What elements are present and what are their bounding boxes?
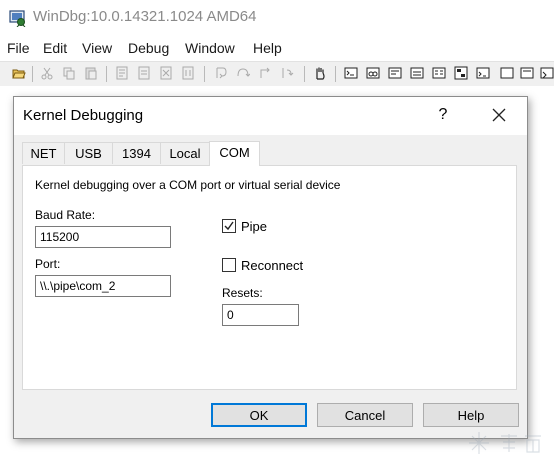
menu-help[interactable]: Help: [253, 40, 282, 56]
tab-usb[interactable]: USB: [64, 142, 113, 164]
call-stack-icon[interactable]: [454, 66, 468, 80]
window-title: WinDbg:10.0.14321.1024 AMD64: [33, 8, 257, 25]
menu-view[interactable]: View: [82, 40, 112, 56]
watch-icon[interactable]: [366, 66, 380, 80]
hand-icon[interactable]: [313, 66, 327, 80]
tab-1394[interactable]: 1394: [112, 142, 161, 164]
com-description: Kernel debugging over a COM port or virt…: [35, 178, 341, 192]
toolbar-separator: [106, 66, 107, 82]
ok-button[interactable]: OK: [211, 403, 307, 427]
close-icon[interactable]: [486, 103, 512, 127]
menu-debug[interactable]: Debug: [128, 40, 169, 56]
toolbar: [0, 61, 554, 87]
reconnect-checkbox[interactable]: [222, 258, 236, 272]
go-icon[interactable]: [115, 66, 129, 80]
menu-window[interactable]: Window: [185, 40, 235, 56]
run-to-cursor-icon[interactable]: [280, 66, 294, 80]
watermark-logo: [467, 428, 547, 458]
toolbar-separator: [32, 66, 33, 82]
locals-icon[interactable]: [388, 66, 402, 80]
help-question-button[interactable]: ?: [431, 103, 455, 127]
copy-icon[interactable]: [62, 66, 76, 80]
menu-bar: File Edit View Debug Window Help: [0, 36, 554, 60]
stop-icon[interactable]: [159, 66, 173, 80]
resets-input[interactable]: [222, 304, 299, 326]
command-icon[interactable]: [344, 66, 358, 80]
windbg-app-icon: [9, 9, 27, 28]
kernel-debugging-dialog: Kernel Debugging ? NET USB 1394 Local CO…: [13, 96, 528, 439]
cancel-button[interactable]: Cancel: [317, 403, 413, 427]
tab-com[interactable]: COM: [209, 141, 260, 166]
memory-icon[interactable]: [432, 66, 446, 80]
restart-icon[interactable]: [137, 66, 151, 80]
disassembly-icon[interactable]: [476, 66, 490, 80]
baud-rate-label: Baud Rate:: [35, 208, 96, 222]
processes-icon[interactable]: [520, 66, 534, 80]
step-into-icon[interactable]: [214, 66, 228, 80]
step-out-icon[interactable]: [258, 66, 272, 80]
cut-icon[interactable]: [40, 66, 54, 80]
pipe-checkbox[interactable]: [222, 219, 236, 233]
pipe-label: Pipe: [241, 219, 268, 234]
toolbar-separator: [204, 66, 205, 82]
window-layout-icon[interactable]: [540, 66, 554, 80]
dialog-titlebar: Kernel Debugging ?: [14, 97, 527, 135]
com-tab-panel: Kernel debugging over a COM port or virt…: [22, 165, 517, 390]
window-titlebar: WinDbg:10.0.14321.1024 AMD64: [0, 0, 554, 36]
resets-label: Resets:: [222, 286, 263, 300]
menu-edit[interactable]: Edit: [43, 40, 67, 56]
paste-icon[interactable]: [84, 66, 98, 80]
help-button[interactable]: Help: [423, 403, 519, 427]
baud-rate-input[interactable]: [35, 226, 171, 248]
tab-local[interactable]: Local: [160, 142, 210, 164]
port-input[interactable]: [35, 275, 171, 297]
port-label: Port:: [35, 257, 61, 271]
open-icon[interactable]: [12, 66, 26, 80]
menu-file[interactable]: File: [7, 40, 30, 56]
reconnect-label: Reconnect: [241, 258, 304, 273]
tab-net[interactable]: NET: [22, 142, 65, 164]
toolbar-separator: [304, 66, 305, 82]
step-over-icon[interactable]: [236, 66, 250, 80]
dialog-title: Kernel Debugging: [23, 107, 144, 124]
break-icon[interactable]: [181, 66, 195, 80]
toolbar-separator: [335, 66, 336, 82]
scratch-pad-icon[interactable]: [500, 66, 514, 80]
registers-icon[interactable]: [410, 66, 424, 80]
